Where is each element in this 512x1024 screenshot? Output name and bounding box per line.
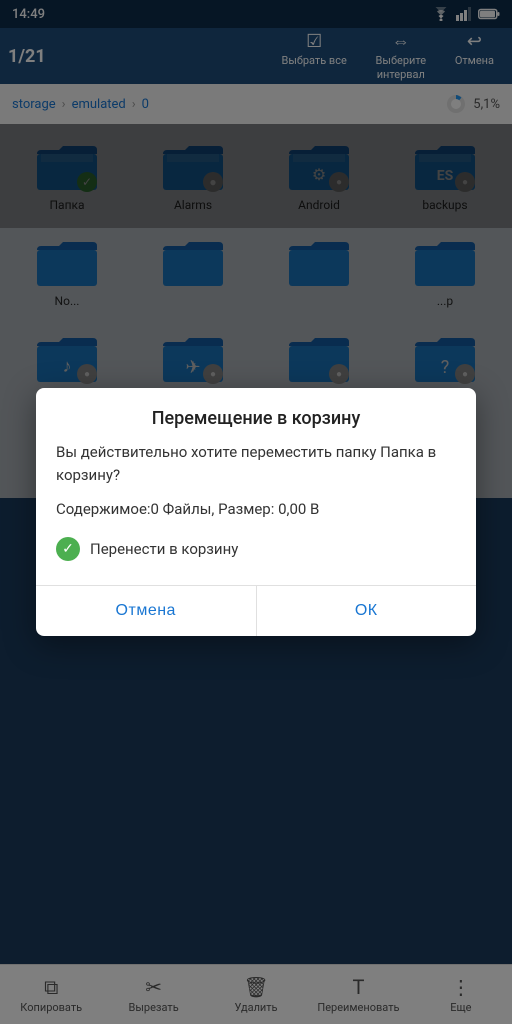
trash-dialog: Перемещение в корзину Вы действительно х… [36, 388, 476, 636]
dialog-buttons: Отмена ОК [36, 586, 476, 636]
dialog-cancel-button[interactable]: Отмена [36, 586, 256, 636]
dialog-title: Перемещение в корзину [36, 388, 476, 441]
dialog-text: Вы действительно хотите переместить папк… [56, 441, 456, 486]
dialog-ok-button[interactable]: ОК [257, 586, 477, 636]
dialog-overlay: Перемещение в корзину Вы действительно х… [0, 0, 512, 1024]
dialog-body: Вы действительно хотите переместить папк… [36, 441, 476, 585]
checkbox-icon: ✓ [56, 537, 80, 561]
dialog-info: Содержимое:0 Файлы, Размер: 0,00 В [56, 498, 456, 521]
trash-checkbox-row[interactable]: ✓ Перенести в корзину [56, 537, 456, 561]
checkbox-label: Перенести в корзину [90, 540, 238, 558]
